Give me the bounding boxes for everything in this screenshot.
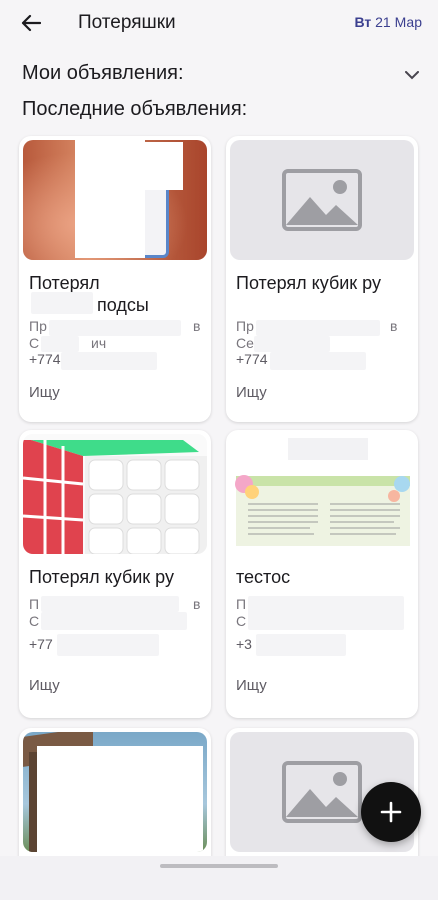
ad-status: Ищу bbox=[236, 677, 267, 694]
ad-title: Потерял bbox=[29, 273, 100, 293]
ad-desc-text: П bbox=[236, 596, 247, 612]
ad-desc-text: Се bbox=[236, 335, 254, 351]
ad-desc-text: в bbox=[390, 318, 398, 334]
ad-desc-text: С bbox=[29, 613, 40, 629]
ad-photo bbox=[23, 732, 207, 852]
ad-card[interactable]: тестос П С +3 Ищу bbox=[226, 430, 418, 718]
ad-desc-text: в bbox=[193, 596, 201, 612]
plus-icon bbox=[380, 801, 402, 823]
current-date: Вт 21 Мар bbox=[354, 14, 422, 30]
ad-phone: +774 bbox=[236, 351, 268, 367]
date-value: 21 Мар bbox=[375, 14, 422, 30]
ad-desc-text: в bbox=[193, 318, 201, 334]
ad-status: Ищу bbox=[29, 677, 60, 694]
ad-photo bbox=[23, 434, 207, 554]
ad-desc-text: С bbox=[236, 613, 247, 629]
date-day: Вт bbox=[354, 14, 372, 30]
my-ads-heading[interactable]: Мои объявления: bbox=[22, 62, 184, 85]
ad-photo bbox=[230, 434, 414, 554]
ad-card[interactable] bbox=[19, 728, 211, 868]
ad-photo bbox=[23, 140, 207, 260]
back-arrow-icon[interactable] bbox=[14, 8, 48, 38]
chevron-down-icon[interactable] bbox=[400, 63, 424, 87]
ad-title: Потерял кубик ру bbox=[236, 273, 381, 293]
ad-phone: +774 bbox=[29, 351, 61, 367]
page-title: Потеряшки bbox=[78, 12, 176, 33]
ad-desc-text: ич bbox=[91, 335, 107, 351]
add-ad-button[interactable] bbox=[361, 782, 421, 842]
ad-desc-text: Пр bbox=[29, 318, 47, 334]
ad-phone: +77 bbox=[29, 636, 53, 652]
ad-desc-text: Пр bbox=[236, 318, 254, 334]
image-placeholder-icon bbox=[230, 140, 414, 260]
ad-title-line2: подсы bbox=[97, 295, 149, 315]
ad-title: Потерял кубик ру bbox=[29, 567, 174, 587]
ad-card[interactable]: Потерял кубик ру Пр в Се +774 Ищу bbox=[226, 136, 418, 422]
ad-card[interactable]: Потерял подсы Пр в С ич +774 Ищу bbox=[19, 136, 211, 422]
system-nav-bar bbox=[0, 856, 438, 900]
ad-phone: +3 bbox=[236, 636, 252, 652]
latest-ads-heading: Последние объявления: bbox=[22, 98, 248, 120]
ad-desc-text: С bbox=[29, 335, 40, 351]
ad-desc-text: П bbox=[29, 596, 40, 612]
ad-status: Ищу bbox=[236, 384, 267, 401]
ad-title: тестос bbox=[236, 567, 291, 587]
ad-status: Ищу bbox=[29, 384, 60, 401]
app-bar: Потеряшки Вт 21 Мар bbox=[0, 0, 438, 46]
ad-card[interactable]: Потерял кубик ру П в С +77 Ищу bbox=[19, 430, 211, 718]
gesture-handle[interactable] bbox=[160, 864, 278, 868]
